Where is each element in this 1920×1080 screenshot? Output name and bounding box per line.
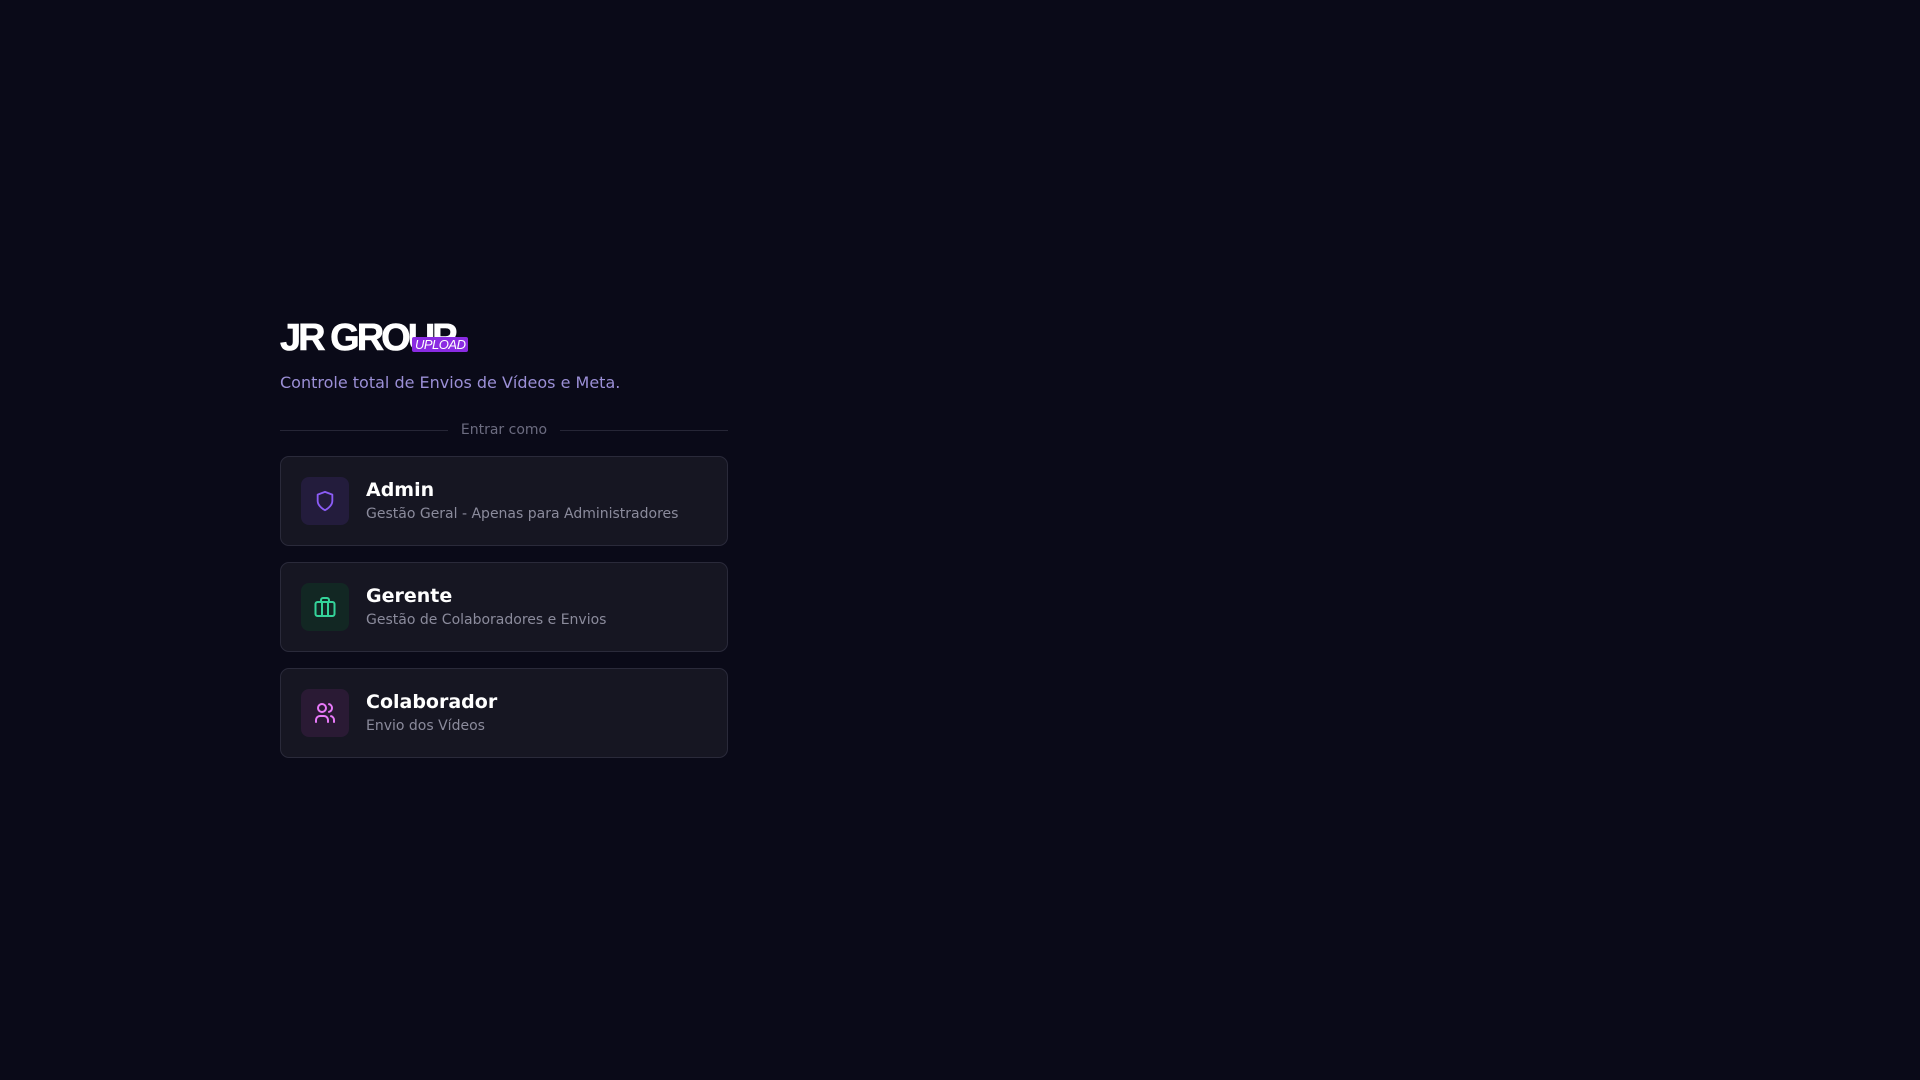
role-admin-title: Admin [366,479,435,501]
divider-label: Entrar como [460,422,548,438]
role-collaborator-title: Colaborador [366,691,498,713]
role-manager-description: Gestão de Colaboradores e Envios [366,612,607,628]
divider-line-left [280,429,448,431]
role-manager-text: Gerente Gestão de Colaboradores e Envios [366,584,606,630]
logo-text: JR GROUP [280,317,458,359]
divider-line-right [560,429,728,431]
role-admin-text: Admin Gestão Geral - Apenas para Adminis… [366,478,678,524]
role-admin-description: Gestão Geral - Apenas para Administrador… [366,506,679,522]
users-icon [301,689,349,737]
login-page: JR GROUP UPLOAD Controle total de Envios… [0,0,1920,1080]
logo-badge: UPLOAD [412,337,469,352]
login-panel: JR GROUP UPLOAD Controle total de Envios… [280,318,728,774]
role-manager-button[interactable]: Gerente Gestão de Colaboradores e Envios [280,562,728,652]
tagline: Controle total de Envios de Vídeos e Met… [280,373,621,392]
divider: Entrar como [280,420,728,440]
role-collaborator-text: Colaborador Envio dos Vídeos [366,690,497,736]
briefcase-icon [301,583,349,631]
brand-logo: JR GROUP UPLOAD [280,318,728,358]
role-list: Admin Gestão Geral - Apenas para Adminis… [280,456,728,758]
role-collaborator-button[interactable]: Colaborador Envio dos Vídeos [280,668,728,758]
shield-icon [301,477,349,525]
role-admin-button[interactable]: Admin Gestão Geral - Apenas para Adminis… [280,456,728,546]
role-manager-title: Gerente [366,585,453,607]
role-collaborator-description: Envio dos Vídeos [366,718,485,734]
